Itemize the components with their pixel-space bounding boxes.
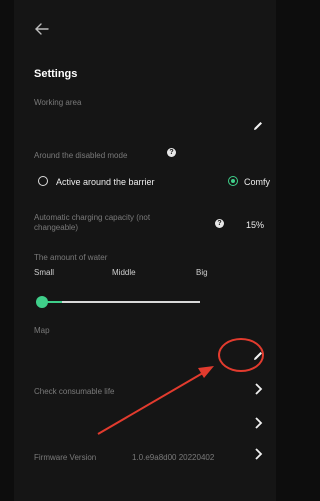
back-arrow-icon[interactable]: [34, 20, 50, 38]
radio-active-around-barrier[interactable]: [38, 176, 48, 186]
firmware-value: 1.0.e9a8d00 20220402: [132, 453, 215, 462]
red-arrow-annotation: [97, 366, 214, 435]
page-title: Settings: [34, 68, 78, 80]
radio-comfy[interactable]: [228, 176, 238, 186]
row-chevron-right-icon[interactable]: [253, 417, 263, 429]
option-active-around-barrier-label: Active around the barrier: [56, 177, 155, 187]
charging-help-icon[interactable]: ?: [215, 219, 224, 228]
charging-capacity-value: 15%: [246, 220, 265, 230]
water-level-middle[interactable]: Middle: [112, 268, 136, 277]
disabled-mode-label: Around the disabled mode: [34, 151, 128, 160]
water-slider-thumb[interactable]: [36, 296, 48, 308]
working-area-edit-icon[interactable]: [252, 120, 264, 132]
firmware-chevron-right-icon[interactable]: [253, 448, 263, 460]
working-area-label: Working area: [34, 98, 82, 107]
red-circle-annotation: [218, 338, 264, 372]
disabled-mode-help-icon[interactable]: ?: [167, 148, 176, 157]
firmware-label: Firmware Version: [34, 453, 97, 462]
map-label: Map: [34, 326, 50, 335]
water-amount-label: The amount of water: [34, 253, 108, 262]
water-slider-track[interactable]: [42, 301, 200, 303]
charging-capacity-label: Automatic charging capacity (not changea…: [34, 213, 151, 232]
option-comfy-label: Comfy: [244, 177, 271, 187]
consumables-chevron-right-icon[interactable]: [253, 383, 263, 395]
water-level-big[interactable]: Big: [196, 268, 208, 277]
water-level-small[interactable]: Small: [34, 268, 54, 277]
